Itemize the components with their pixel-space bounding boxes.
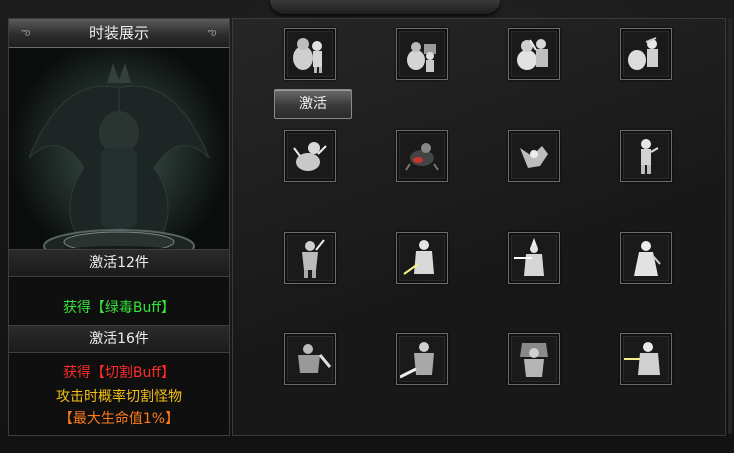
warrior-figure-icon — [512, 236, 556, 280]
activate-16-label: 激活16件 — [9, 325, 229, 353]
gourd-figure-icon — [512, 32, 556, 76]
costume-display-panel: ఌ 时装展示 ఌ 激活12件 获得【绿毒Buff】 激活16件 获得【切割Buf… — [8, 18, 230, 436]
buff-16-value: 【最大生命值1%】 — [58, 411, 180, 427]
warrior-figure-icon — [624, 236, 668, 280]
gourd-figure-icon — [624, 32, 668, 76]
costume-slot[interactable] — [620, 130, 672, 182]
costume-slot[interactable] — [284, 232, 336, 284]
costume-slot[interactable] — [396, 232, 448, 284]
armored-figure-icon — [624, 337, 668, 381]
creature-figure-icon — [288, 134, 332, 178]
scroll-ornament-icon: ఌ — [21, 27, 31, 38]
costume-slot[interactable] — [508, 28, 560, 80]
costume-slot[interactable] — [396, 333, 448, 385]
game-window: ఌ 时装展示 ఌ 激活12件 获得【绿毒Buff】 激活16件 获得【切割Buf… — [0, 0, 734, 453]
armored-figure-icon — [288, 337, 332, 381]
buff-16-text: 获得【切割Buff】 — [62, 365, 176, 381]
scrollbar-track[interactable] — [728, 18, 732, 434]
activate-12-label: 激活12件 — [9, 249, 229, 277]
panel-title-bar: ఌ 时装展示 ఌ — [9, 19, 229, 48]
armored-figure-icon — [400, 337, 444, 381]
activate-button[interactable]: 激活 — [274, 89, 352, 119]
gourd-figure-icon — [288, 32, 332, 76]
costume-slot[interactable] — [620, 333, 672, 385]
costume-slot[interactable] — [620, 28, 672, 80]
costume-slot[interactable] — [284, 333, 336, 385]
creature-figure-icon — [624, 134, 668, 178]
demon-statue-icon — [9, 48, 229, 278]
costume-slot[interactable] — [508, 333, 560, 385]
costume-slot[interactable] — [284, 28, 336, 80]
warrior-figure-icon — [400, 236, 444, 280]
creature-figure-icon — [512, 134, 556, 178]
buff-16-description: 攻击时概率切割怪物 — [56, 389, 182, 405]
panel-title: 时装展示 — [88, 24, 149, 42]
creature-figure-icon — [400, 134, 444, 178]
costume-preview-image — [9, 48, 229, 278]
buff-12-text: 获得【绿毒Buff】 — [62, 300, 176, 316]
window-title-banner — [270, 0, 500, 14]
costume-slot[interactable] — [396, 28, 448, 80]
costume-slot[interactable] — [620, 232, 672, 284]
costume-slot[interactable] — [508, 232, 560, 284]
costume-slot[interactable] — [508, 130, 560, 182]
costume-slot[interactable] — [396, 130, 448, 182]
scroll-ornament-icon: ఌ — [207, 27, 217, 38]
armored-figure-icon — [512, 337, 556, 381]
warrior-figure-icon — [288, 236, 332, 280]
gourd-figure-icon — [400, 32, 444, 76]
costume-slot[interactable] — [284, 130, 336, 182]
